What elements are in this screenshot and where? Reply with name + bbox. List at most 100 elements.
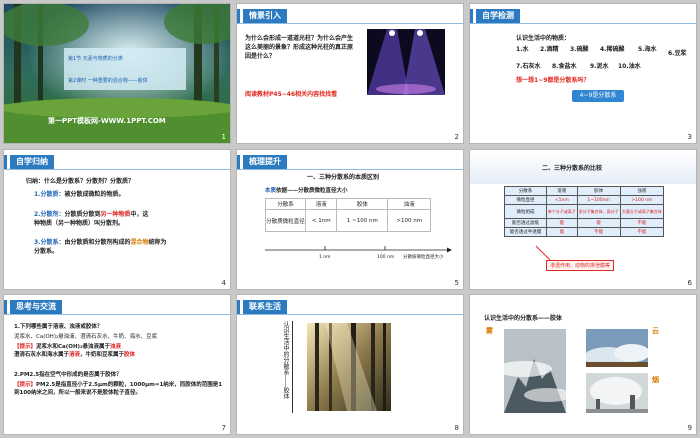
table-cell: 多分子集合体、高分子 [576, 204, 621, 219]
slide-number: 6 [687, 279, 692, 287]
slide-number: 2 [454, 133, 459, 141]
header-divider [237, 314, 463, 315]
slide-thumbnail-3[interactable]: 自学检测 认识生活中的物质： 1.水 2.酒精 3.硫酸 4.稀硫酸 5.海水 … [469, 3, 697, 144]
stage-light-image [367, 29, 445, 95]
substance-item: 9.泥水 [590, 63, 609, 70]
slide-thumbnail-9[interactable]: 认识生活中的分散系——胶体 雾 云 烟 9 [469, 294, 697, 435]
row-label: 微粒直径 [504, 195, 547, 205]
slide-thumbnail-1[interactable]: 第1节 元素与物质的分类 第2课时 一种重要的混合物——胶体 第一PPT模板网-… [3, 3, 231, 144]
substance-item: 5.海水 [638, 46, 657, 53]
hint-1: 【提示】泥浆水和Ca(OH)₂悬浊液属于浊液 澄清石灰水和海水属于溶液，牛奶和豆… [14, 344, 136, 358]
definition-dispersion-medium: 2.分散剂：分散质分散到另一种物质中，这种物质（另一种物质）叫分散剂。 [34, 211, 149, 227]
footer-text: 第一PPT模板网-WWW.1PPT.COM [48, 117, 166, 125]
table-cell: 不能 [619, 218, 665, 228]
table-cell: 能 [546, 218, 578, 228]
substance-item: 2.酒精 [540, 46, 559, 53]
section-heading: 一、三种分散系的本质区别 [307, 174, 380, 181]
slide-number: 1 [221, 133, 226, 141]
col-header: 分散系 [504, 186, 547, 196]
section-title: 第1节 元素与物质的分类 [68, 56, 123, 62]
section-tag: 自学归纳 [4, 155, 54, 169]
note-box: 渗透作用、动物的排泄膜等 [546, 260, 615, 271]
header-divider [4, 314, 230, 315]
cloud-image [586, 329, 648, 367]
summary-question: 归纳：什么是分散系？分散剂？分散质？ [26, 178, 135, 185]
think-prompt: 想一想1~9都是分散系吗？ [516, 77, 590, 84]
col-header: 浊液 [387, 198, 431, 210]
slide-thumbnail-7[interactable]: 思考与交流 1.下列哪些属于溶液、浊液或胶体？ 泥浆水、Ca(OH)₂悬浊液、澄… [3, 294, 231, 435]
label-cloud: 云 [652, 327, 659, 335]
table-cell: < 1nm [304, 209, 338, 232]
substance-item: 7.石灰水 [516, 63, 541, 70]
smoke-image [586, 373, 648, 413]
caption-divider [292, 321, 293, 413]
slide-thumbnail-6[interactable]: 二、三种分散系的比较 分散系 溶液 胶体 浊液 微粒直径 <1nm 1~100n… [469, 149, 697, 290]
comparison-table: 分散系 溶液 胶体 浊液 微粒直径 <1nm 1~100nm >100 nm 微… [504, 186, 665, 237]
slide-number: 4 [221, 279, 226, 287]
label-fog: 雾 [486, 327, 493, 335]
axis-label-100nm: 100 nm [377, 255, 395, 260]
header-divider [237, 169, 463, 170]
table-cell: 能 [576, 218, 621, 228]
row-label: 能否透过半透膜 [504, 227, 547, 237]
section-tag: 自学检测 [470, 9, 520, 23]
slide-number: 5 [454, 279, 459, 287]
col-header: 胶体 [576, 186, 621, 196]
substance-item: 6.豆浆 [668, 50, 687, 57]
section-tag: 情景引入 [237, 9, 287, 23]
distinction-table: 分散系 溶液 胶体 浊液 分散质微粒直径 < 1nm 1 ~100 nm >10… [265, 198, 431, 232]
col-header: 溶液 [304, 198, 338, 210]
reading-note: 阅读教材P45~46相关内容找找看 [245, 91, 338, 98]
table-cell: 1 ~100 nm [336, 209, 389, 232]
table-cell: >100 nm [619, 195, 665, 205]
table-cell: 1~100nm [576, 195, 621, 205]
slide-thumbnail-4[interactable]: 自学归纳 归纳：什么是分散系？分散剂？分散质？ 1.分散质：被分散成微粒的物质。… [3, 149, 231, 290]
substance-list: 1.水 2.酒精 3.硫酸 4.稀硫酸 5.海水 6.豆浆 7.石灰水 8.食盐… [516, 45, 692, 71]
substance-item: 4.稀硫酸 [600, 46, 625, 53]
slide-number: 9 [687, 424, 692, 432]
slide-title: 认识生活中的分散系——胶体 [484, 315, 563, 322]
section-tag: 梳理提升 [237, 155, 287, 169]
slide-thumbnail-5[interactable]: 梳理提升 一、三种分散系的本质区别 本质依据——分散质微粒直径大小 分散系 溶液… [236, 149, 464, 290]
label-smoke: 烟 [652, 376, 659, 384]
slide-thumbnail-8[interactable]: 联系生活 认识生活中的分散系——胶体 8 [236, 294, 464, 435]
substance-item: 10.油水 [618, 63, 641, 70]
definition-dispersed-phase: 1.分散质：被分散成微粒的物质。 [34, 191, 125, 198]
row-label: 微粒组成 [504, 204, 547, 219]
question-1: 1.下列哪些属于溶液、浊液或胶体？ [14, 324, 103, 330]
scenario-question: 为什么会形成一道道光柱？为什么会产生这么美丽的景象？形成这种光柱的真正原因是什么… [245, 35, 354, 60]
col-header: 分散系 [265, 198, 306, 210]
slide-thumbnail-2[interactable]: 情景引入 为什么会形成一道道光柱？为什么会产生这么美丽的景象？形成这种光柱的真正… [236, 3, 464, 144]
slide-number: 8 [454, 424, 459, 432]
basis-text: 本质依据——分散质微粒直径大小 [265, 188, 348, 194]
col-header: 溶液 [546, 186, 578, 196]
misty-forest-image [307, 323, 391, 411]
intro-text: 认识生活中的物质： [516, 35, 571, 42]
col-header: 胶体 [336, 198, 389, 210]
table-cell: >100 nm [387, 209, 431, 232]
question-2: 2.PM2.5指在空气中形成的是否属于胶体？ [14, 372, 122, 378]
axis-label-1nm: 1 nm [319, 255, 331, 260]
fog-image [504, 329, 566, 413]
vertical-caption: 认识生活中的分散系——胶体 [282, 321, 289, 399]
table-cell: 能 [546, 227, 578, 237]
header-divider [470, 23, 696, 24]
header-divider [4, 169, 230, 170]
table-cell: <1nm [546, 195, 578, 205]
table-cell: 单个分子或离子 [546, 204, 578, 219]
header-divider [237, 23, 463, 24]
substance-item: 3.硫酸 [570, 46, 589, 53]
section-tag: 思考与交流 [4, 300, 62, 314]
section-heading: 二、三种分散系的比较 [542, 165, 603, 172]
table-cell: 不能 [619, 227, 665, 237]
question-1-list: 泥浆水、Ca(OH)₂悬浊液、澄清石灰水、牛奶、海水、豆浆 [14, 334, 158, 340]
table-cell: 大量分子或离子集合体 [619, 204, 665, 219]
substance-item: 1.水 [516, 46, 529, 53]
row-label: 分散质微粒直径 [265, 209, 306, 232]
answer-button[interactable]: 4~9是分散系 [572, 90, 624, 102]
section-tag: 联系生活 [237, 300, 287, 314]
row-label: 能否透过滤纸 [504, 218, 547, 228]
hint-2: 【提示】PM2.5是指直径小于2.5μm的颗粒，1000μm=1纳米，而胶体的范… [14, 382, 223, 396]
slide-number: 3 [687, 133, 692, 141]
slide-number: 7 [221, 424, 226, 432]
